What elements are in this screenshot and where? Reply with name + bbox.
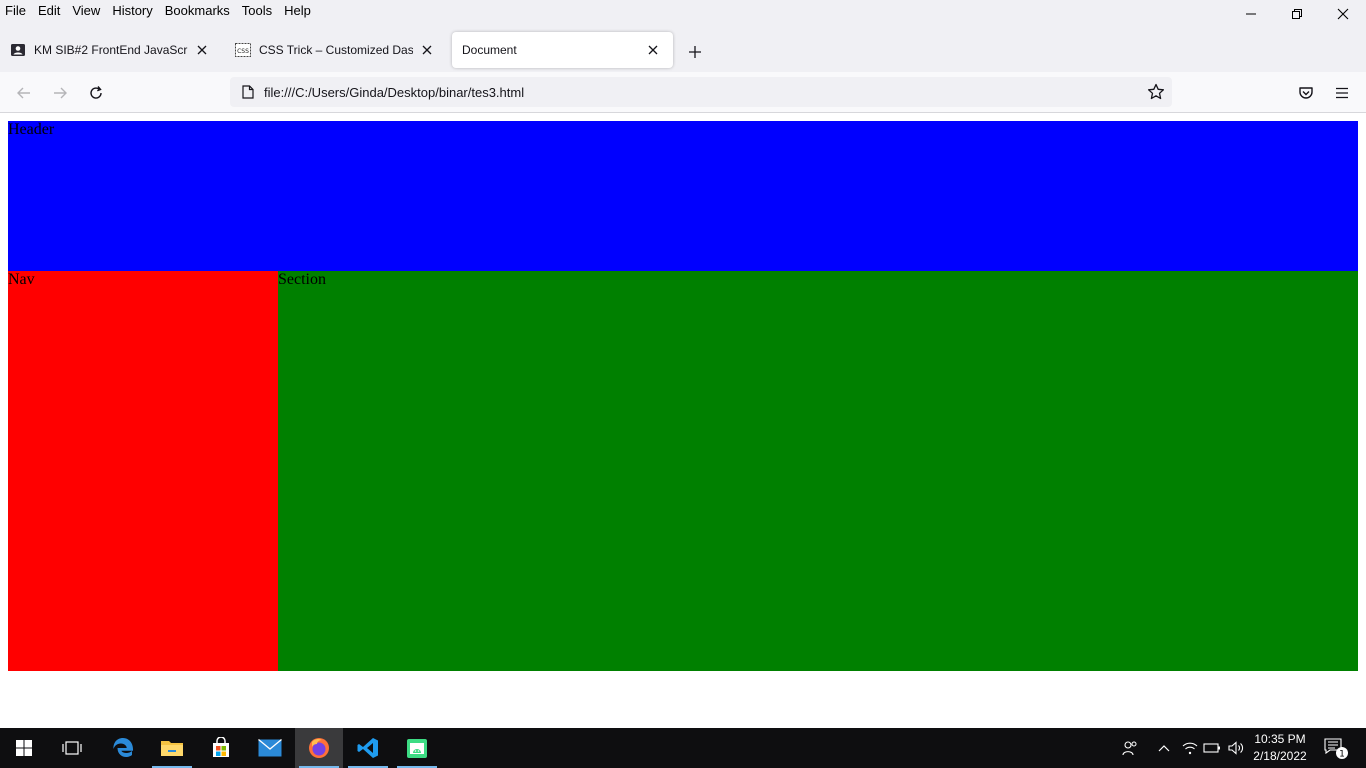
task-view-button[interactable] (48, 728, 96, 768)
edge-icon (113, 738, 134, 757)
mail-icon (258, 739, 282, 757)
page-body: Header Nav Section (8, 121, 1358, 671)
page-icon (240, 84, 256, 100)
minimize-button[interactable] (1228, 0, 1274, 28)
chevron-up-icon (1158, 745, 1170, 752)
close-icon (422, 45, 432, 55)
tab-title: Document (462, 43, 517, 57)
page-content-row: Nav Section (8, 271, 1358, 671)
android-studio-icon (407, 739, 427, 758)
page-header-block: Header (8, 121, 1358, 271)
menu-view[interactable]: View (66, 0, 106, 20)
url-text[interactable]: file:///C:/Users/Ginda/Desktop/binar/tes… (264, 85, 1144, 100)
taskbar-vscode[interactable] (344, 728, 392, 768)
vscode-icon (357, 738, 378, 758)
file-explorer-icon (161, 741, 183, 756)
menu-help[interactable]: Help (278, 0, 317, 20)
forward-arrow-icon (54, 87, 67, 99)
taskbar-firefox[interactable] (295, 728, 343, 768)
clock-time: 10:35 PM (1254, 732, 1306, 746)
url-bar[interactable]: file:///C:/Users/Ginda/Desktop/binar/tes… (230, 77, 1172, 107)
pocket-icon (1299, 87, 1313, 99)
close-window-button[interactable] (1320, 0, 1366, 28)
tab-close-button[interactable] (643, 40, 663, 60)
minimize-icon (1246, 13, 1256, 15)
taskbar-file-explorer[interactable] (148, 728, 196, 768)
bookmark-star-button[interactable] (1144, 80, 1168, 104)
svg-text:CSS: CSS (237, 48, 249, 55)
tray-overflow-button[interactable] (1154, 728, 1174, 768)
tray-network-button[interactable] (1180, 728, 1200, 768)
tab-title: CSS Trick – Customized Dashed (259, 43, 413, 57)
page-viewport: Header Nav Section (0, 113, 1366, 728)
menu-bookmarks[interactable]: Bookmarks (159, 0, 236, 20)
windows-taskbar: 10:35 PM 2/18/2022 1 (0, 728, 1366, 768)
menu-file[interactable]: File (0, 0, 32, 20)
reload-button[interactable] (82, 80, 110, 106)
tab-km-sib[interactable]: KM SIB#2 FrontEnd JavaScript (0, 32, 222, 68)
taskbar-android-studio[interactable] (393, 728, 441, 768)
tray-battery-button[interactable] (1202, 728, 1222, 768)
firefox-icon (309, 738, 329, 758)
close-icon (1337, 8, 1349, 20)
app-menu-button[interactable] (1328, 80, 1356, 106)
notification-count: 1 (1339, 750, 1345, 760)
back-arrow-icon (17, 87, 30, 99)
task-view-icon (62, 741, 82, 755)
hamburger-menu-icon (1336, 87, 1348, 99)
menu-history[interactable]: History (106, 0, 158, 20)
restore-button[interactable] (1274, 0, 1320, 28)
notification-icon: 1 (1324, 738, 1348, 760)
close-icon (648, 45, 658, 55)
volume-icon (1228, 741, 1243, 755)
tab-document[interactable]: Document (452, 32, 673, 68)
forward-button[interactable] (46, 80, 74, 106)
page-section-block: Section (278, 271, 1358, 671)
tray-people-button[interactable] (1118, 728, 1142, 768)
tab-close-button[interactable] (417, 40, 437, 60)
taskbar-clock[interactable]: 10:35 PM 2/18/2022 (1244, 731, 1316, 765)
menu-tools[interactable]: Tools (236, 0, 278, 20)
star-icon (1147, 83, 1165, 100)
menu-bar: File Edit View History Bookmarks Tools H… (0, 0, 1366, 28)
account-icon (10, 42, 26, 58)
close-icon (197, 45, 207, 55)
action-center-button[interactable]: 1 (1320, 728, 1352, 768)
wifi-icon (1182, 742, 1198, 755)
css-icon: CSS (235, 42, 251, 58)
pocket-button[interactable] (1292, 80, 1320, 106)
restore-icon (1292, 9, 1302, 19)
people-icon (1122, 741, 1137, 756)
menu-edit[interactable]: Edit (32, 0, 66, 20)
new-tab-button[interactable] (683, 40, 707, 64)
store-icon (213, 737, 229, 757)
page-nav-block: Nav (8, 271, 278, 671)
menu-items: File Edit View History Bookmarks Tools H… (0, 0, 317, 20)
reload-icon (90, 86, 102, 99)
tab-title: KM SIB#2 FrontEnd JavaScript (34, 43, 188, 57)
taskbar-store[interactable] (197, 728, 245, 768)
clock-date: 2/18/2022 (1253, 749, 1307, 763)
start-icon (16, 740, 32, 756)
navigation-toolbar: file:///C:/Users/Ginda/Desktop/binar/tes… (0, 72, 1366, 113)
tray-volume-button[interactable] (1226, 728, 1246, 768)
plus-icon (689, 46, 701, 58)
tab-close-button[interactable] (192, 40, 212, 60)
start-button[interactable] (0, 728, 48, 768)
tab-css-trick[interactable]: CSS CSS Trick – Customized Dashed (225, 32, 447, 68)
back-button[interactable] (10, 80, 38, 106)
battery-icon (1203, 743, 1220, 753)
taskbar-edge[interactable] (99, 728, 147, 768)
taskbar-mail[interactable] (246, 728, 294, 768)
